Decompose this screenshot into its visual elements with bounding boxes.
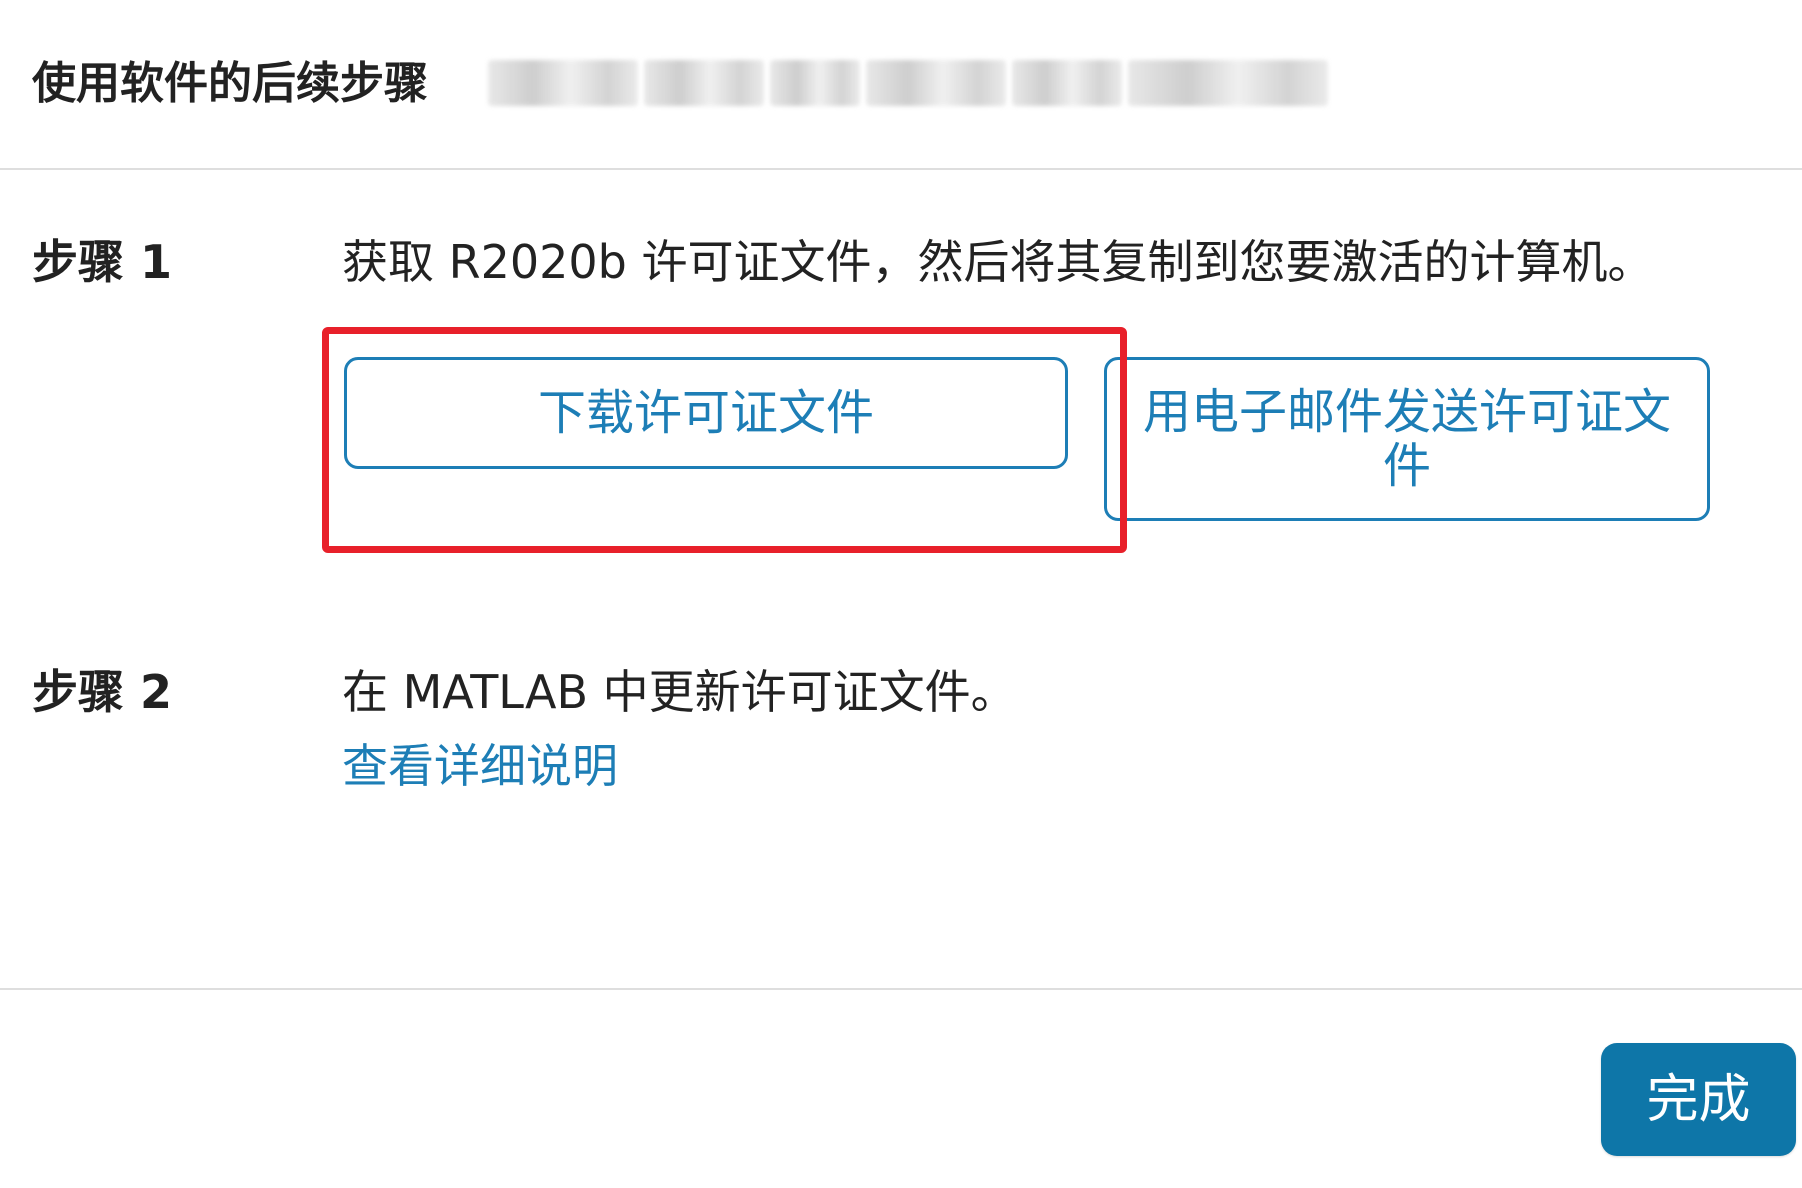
step-2-label: 步骤 2 — [32, 665, 173, 719]
step-1-label: 步骤 1 — [32, 235, 173, 289]
dialog-header: 使用软件的后续步骤 — [0, 0, 1802, 170]
footer-divider — [0, 988, 1802, 990]
dialog-title: 使用软件的后续步骤 — [32, 58, 428, 109]
download-license-button[interactable]: 下载许可证文件 — [344, 357, 1068, 469]
next-steps-dialog: 使用软件的后续步骤 步骤 1 获取 R2020b 许可证文件，然后将其复制到您要… — [0, 0, 1802, 1188]
email-license-button[interactable]: 用电子邮件发送许可证文件 — [1104, 357, 1710, 521]
step-2-instructions: 在 MATLAB 中更新许可证文件。 — [342, 665, 1017, 719]
done-button[interactable]: 完成 — [1601, 1043, 1796, 1156]
view-details-link[interactable]: 查看详细说明 — [342, 734, 618, 798]
redacted-product-name — [488, 54, 1328, 112]
step-1-instructions: 获取 R2020b 许可证文件，然后将其复制到您要激活的计算机。 — [342, 235, 1654, 289]
